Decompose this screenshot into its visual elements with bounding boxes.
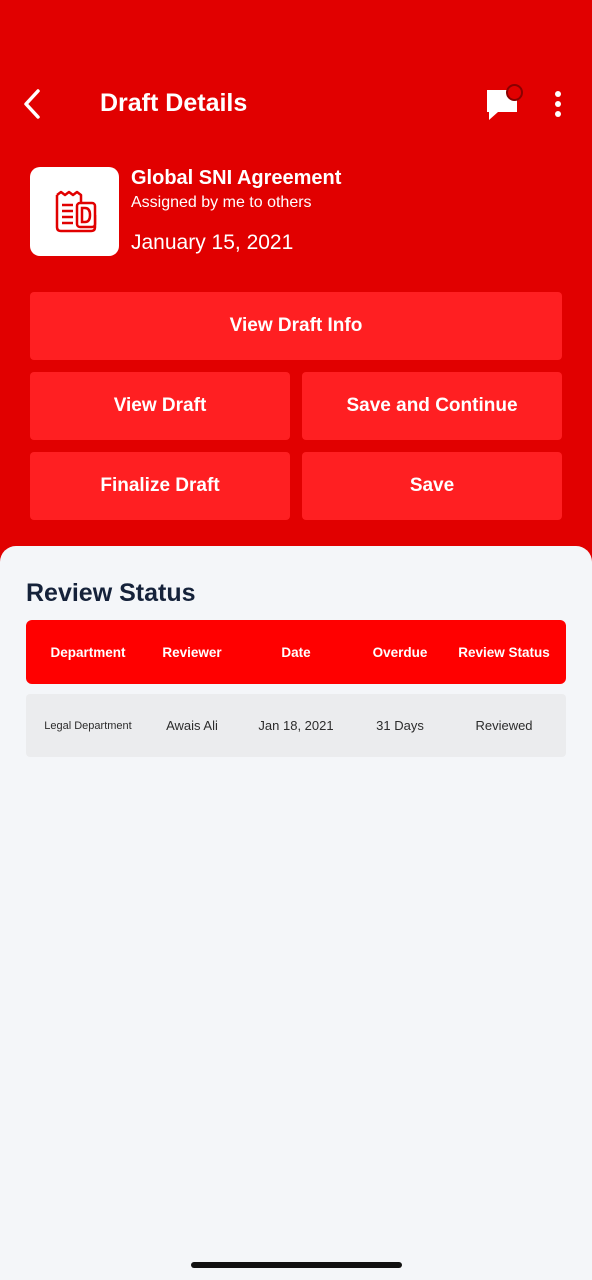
cell-date: Jan 18, 2021 <box>258 718 334 733</box>
view-draft-info-button[interactable]: View Draft Info <box>30 292 562 360</box>
column-header-department: Department <box>50 644 126 660</box>
table-header: Department Reviewer Date Overdue Review … <box>26 620 566 684</box>
column-header-overdue: Overdue <box>372 644 428 660</box>
view-draft-button[interactable]: View Draft <box>30 372 290 440</box>
column-header-date: Date <box>281 644 311 660</box>
chat-button[interactable] <box>482 82 526 126</box>
save-button[interactable]: Save <box>302 452 562 520</box>
cell-review-status: Reviewed <box>475 718 533 733</box>
more-options-button[interactable] <box>544 84 572 124</box>
finalize-draft-button[interactable]: Finalize Draft <box>30 452 290 520</box>
notification-badge <box>506 84 523 101</box>
draft-icon-card <box>30 167 119 256</box>
column-header-reviewer: Reviewer <box>162 644 222 660</box>
home-indicator[interactable] <box>191 1262 402 1268</box>
cell-reviewer: Awais Ali <box>166 718 218 733</box>
draft-assignment: Assigned by me to others <box>131 194 312 211</box>
draft-date: January 15, 2021 <box>131 231 294 254</box>
chevron-left-icon <box>24 89 40 119</box>
cell-department: Legal Department <box>44 719 132 732</box>
draft-title: Global SNI Agreement <box>131 167 342 189</box>
cell-overdue: 31 Days <box>376 718 424 733</box>
table-row[interactable]: Legal Department Awais Ali Jan 18, 2021 … <box>26 694 566 757</box>
app-header: Draft Details <box>0 70 592 140</box>
draft-document-icon <box>55 190 96 232</box>
review-sheet: Review Status Department Reviewer Date O… <box>0 546 592 1280</box>
save-and-continue-button[interactable]: Save and Continue <box>302 372 562 440</box>
page-title: Draft Details <box>100 89 248 117</box>
back-button[interactable] <box>14 82 50 126</box>
vertical-dots-icon <box>555 91 561 97</box>
column-header-review-status: Review Status <box>458 644 550 660</box>
review-status-heading: Review Status <box>26 579 196 607</box>
